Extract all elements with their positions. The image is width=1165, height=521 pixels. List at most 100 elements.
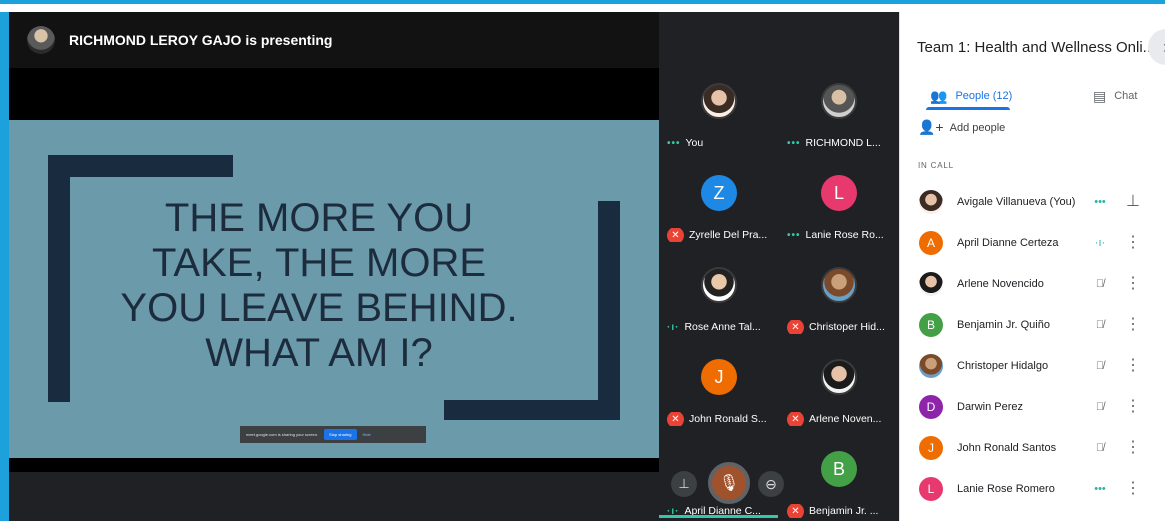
left-border [0, 12, 9, 521]
participant-name: John Ronald Santos [957, 442, 1057, 454]
tab-people[interactable]: 👥 People (12) [930, 82, 1012, 110]
share-notice-text: meet.google.com is sharing your screen. [246, 432, 319, 437]
participant-row[interactable]: Arlene Novencido 🎙̸ ⋮ [919, 268, 1164, 300]
tile-name: Zyrelle Del Pra... [689, 229, 768, 241]
presenting-header: RICHMOND LEROY GAJO is presenting [9, 12, 659, 68]
slide-line-2: TAKE, THE MORE [151, 241, 487, 285]
participant-name: Benjamin Jr. Quiño [957, 319, 1050, 331]
tile-lanie[interactable]: L ••• Lanie Rose Ro... [779, 150, 899, 242]
in-call-heading: IN CALL [918, 161, 954, 170]
audio-level-icon: ·ı· [1094, 237, 1106, 249]
participant-name: Darwin Perez [957, 401, 1024, 413]
participant-row[interactable]: B Benjamin Jr. Quiño 🎙̸ ⋮ [919, 309, 1164, 341]
mic-off-icon: 🎙̸ [1095, 278, 1105, 290]
participant-row[interactable]: Avigale Villanueva (You) ••• ⊥ [919, 186, 1164, 218]
mic-off-icon: 🎙̸ [1095, 360, 1105, 372]
avatar [821, 83, 857, 119]
top-border [0, 0, 1165, 12]
mic-off-icon: ✕ [667, 412, 684, 426]
participant-row[interactable]: Christoper Hidalgo 🎙̸ ⋮ [919, 350, 1164, 382]
tile-arlene[interactable]: ✕ Arlene Noven... [779, 334, 899, 426]
avatar [701, 267, 737, 303]
side-panel: Team 1: Health and Wellness Onli... › 👥 … [899, 12, 1165, 521]
participant-row[interactable]: D Darwin Perez 🎙̸ ⋮ [919, 391, 1164, 423]
screen-share-notice: meet.google.com is sharing your screen. … [240, 426, 426, 443]
meeting-title: Team 1: Health and Wellness Onli... [917, 39, 1156, 56]
add-people-label: Add people [949, 121, 1006, 134]
active-tile-indicator [659, 515, 778, 518]
tile-name: RICHMOND L... [805, 137, 881, 149]
avatar [919, 190, 943, 214]
tile-richmond[interactable]: ••• RICHMOND L... [779, 58, 899, 150]
participant-row[interactable]: A April Dianne Certeza ·ı· ⋮ [919, 227, 1164, 259]
avatar: L [821, 175, 857, 211]
more-options-icon[interactable]: ⋮ [1118, 481, 1148, 497]
video-stage: RICHMOND LEROY GAJO is presenting THE MO… [9, 12, 899, 521]
speaking-dots-icon: ••• [787, 137, 801, 149]
avatar: A [919, 231, 943, 255]
tile-name: Christoper Hid... [809, 321, 885, 333]
avatar: B [821, 451, 857, 487]
active-tab-indicator [926, 107, 1010, 110]
mic-off-icon: ✕ [667, 228, 684, 242]
avatar [821, 267, 857, 303]
presentation-slide: THE MORE YOU TAKE, THE MORE YOU LEAVE BE… [9, 120, 659, 458]
speaking-dots-icon: ••• [787, 229, 801, 241]
tab-people-label: People (12) [955, 90, 1013, 102]
tab-chat-label: Chat [1114, 90, 1138, 102]
bracket-left-side [48, 155, 70, 402]
remove-icon[interactable]: ⊖ [758, 471, 784, 497]
pin-icon[interactable]: ⊥ [1118, 194, 1148, 210]
participant-name: Arlene Novencido [957, 278, 1044, 290]
more-options-icon[interactable]: ⋮ [1118, 276, 1148, 292]
mic-off-icon: ✕ [787, 320, 804, 334]
mic-off-icon: 🎙̸ [1095, 442, 1105, 454]
more-options-icon[interactable]: ⋮ [1118, 358, 1148, 374]
mic-off-icon: 🎙̸ [1095, 401, 1105, 413]
participant-tiles: ••• You ••• RICHMOND L... Z ✕ Zyrelle Del P… [659, 58, 899, 521]
avatar: D [919, 395, 943, 419]
tile-name: Lanie Rose Ro... [805, 229, 884, 241]
more-options-icon[interactable]: ⋮ [1118, 235, 1148, 251]
tile-name: Benjamin Jr. ... [809, 505, 879, 517]
speaking-dots-icon: ••• [1094, 196, 1106, 208]
add-people-button[interactable]: 👤+ Add people [918, 119, 1005, 136]
more-options-icon[interactable]: ⋮ [1118, 440, 1148, 456]
avatar [821, 359, 857, 395]
mic-off-icon: ✕ [787, 412, 804, 426]
tile-christoper[interactable]: ✕ Christoper Hid... [779, 242, 899, 334]
bracket-right-bottom [444, 400, 620, 420]
slide-line-3: YOU LEAVE BEHIND. [120, 286, 518, 330]
meet-window: RICHMOND LEROY GAJO is presenting THE MO… [0, 0, 1165, 521]
participant-name: April Dianne Certeza [957, 237, 1059, 249]
mic-icon[interactable]: 🎙 [708, 462, 750, 504]
stop-sharing-button[interactable]: Stop sharing [324, 429, 357, 440]
tile-name: Arlene Noven... [809, 413, 882, 425]
participant-row[interactable]: L Lanie Rose Romero ••• ⋮ [919, 473, 1164, 505]
letterbox-top [9, 68, 659, 120]
tile-rose-anne[interactable]: ·ı· Rose Anne Tal... [659, 242, 779, 334]
slide-line-4: WHAT AM I? [205, 331, 433, 375]
tile-zyrelle[interactable]: Z ✕ Zyrelle Del Pra... [659, 150, 779, 242]
avatar [701, 83, 737, 119]
hide-notice-link[interactable]: Hide [363, 432, 371, 437]
stage-footer [9, 472, 659, 521]
close-icon[interactable]: › [1148, 29, 1165, 65]
tile-controls: ⊥ 🎙 ⊖ [671, 458, 789, 510]
slide-riddle-text: THE MORE YOU TAKE, THE MORE YOU LEAVE BE… [104, 196, 534, 376]
tile-benjamin[interactable]: B ✕ Benjamin Jr. ... [779, 426, 899, 518]
more-options-icon[interactable]: ⋮ [1118, 399, 1148, 415]
pin-icon[interactable]: ⊥ [671, 471, 697, 497]
participant-name: Christoper Hidalgo [957, 360, 1049, 372]
tab-chat[interactable]: ▤ Chat [1093, 82, 1137, 110]
tile-john-ronald[interactable]: J ✕ John Ronald S... [659, 334, 779, 426]
avatar: J [701, 359, 737, 395]
chat-icon: ▤ [1093, 87, 1107, 104]
slide-line-1: THE MORE YOU [164, 196, 474, 240]
tile-name: Rose Anne Tal... [684, 321, 761, 333]
speaking-dots-icon: ••• [1094, 483, 1106, 495]
more-options-icon[interactable]: ⋮ [1118, 317, 1148, 333]
tile-you[interactable]: ••• You [659, 58, 779, 150]
speaking-dots-icon: ••• [667, 137, 681, 149]
participant-row[interactable]: J John Ronald Santos 🎙̸ ⋮ [919, 432, 1164, 464]
